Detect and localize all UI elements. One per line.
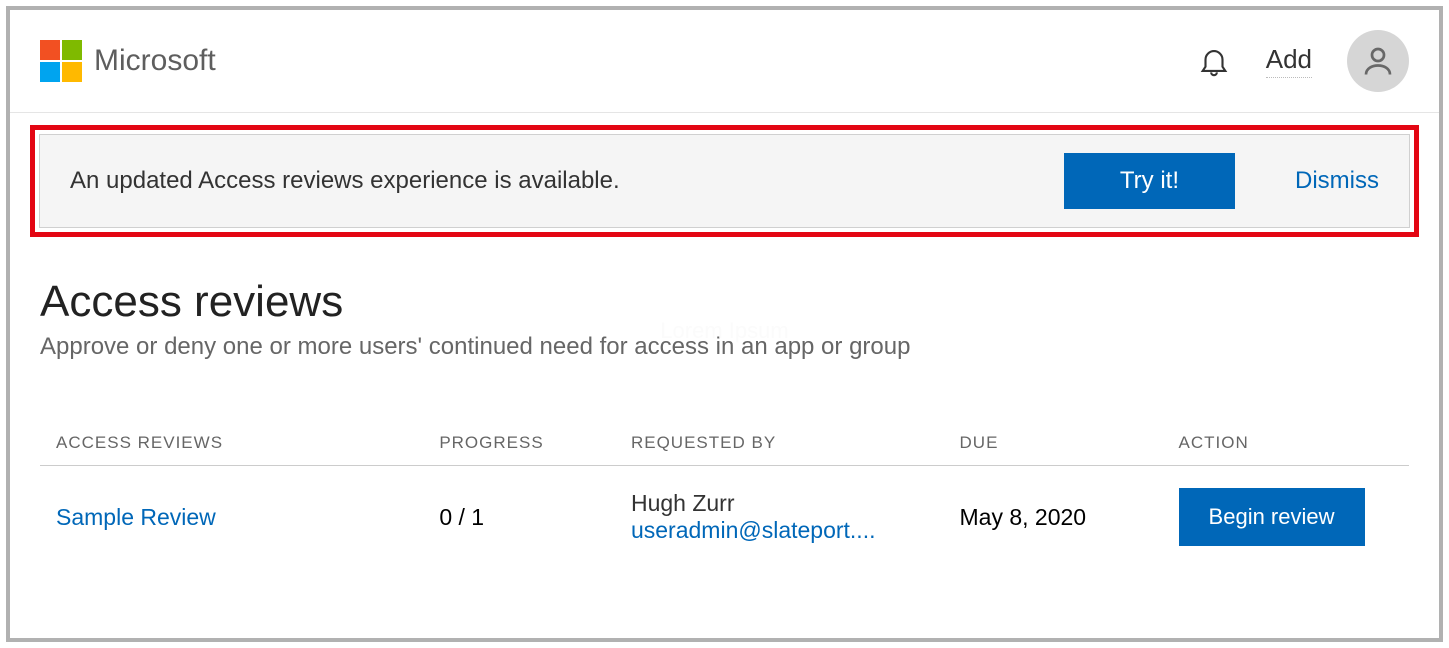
col-header-access-reviews: ACCESS REVIEWS: [40, 421, 423, 466]
update-banner: An updated Access reviews experience is …: [39, 134, 1410, 228]
table-header-row: ACCESS REVIEWS PROGRESS REQUESTED BY DUE…: [40, 421, 1409, 466]
person-icon: [1360, 43, 1396, 79]
page-subtitle: Approve or deny one or more users' conti…: [40, 333, 1409, 361]
microsoft-logo-icon: [40, 40, 82, 82]
user-avatar[interactable]: [1347, 30, 1409, 92]
brand-name: Microsoft: [94, 44, 216, 78]
add-link[interactable]: Add: [1266, 44, 1312, 78]
access-reviews-table: ACCESS REVIEWS PROGRESS REQUESTED BY DUE…: [40, 421, 1409, 568]
header: Microsoft Add: [10, 10, 1439, 113]
notification-bell-icon[interactable]: [1197, 44, 1231, 78]
app-frame: Microsoft Add An updated Access reviews …: [6, 6, 1443, 642]
try-it-button[interactable]: Try it!: [1064, 153, 1235, 209]
review-name-link[interactable]: Sample Review: [56, 504, 216, 530]
banner-message: An updated Access reviews experience is …: [70, 167, 620, 195]
page-title: Access reviews: [40, 277, 1409, 327]
col-header-progress: PROGRESS: [423, 421, 615, 466]
review-progress: 0 / 1: [423, 466, 615, 569]
brand-logo-group[interactable]: Microsoft: [40, 40, 216, 82]
header-actions: Add: [1197, 30, 1409, 92]
begin-review-button[interactable]: Begin review: [1179, 488, 1365, 546]
col-header-action: ACTION: [1163, 421, 1409, 466]
banner-actions: Try it! Dismiss: [1064, 153, 1379, 209]
requester-email[interactable]: useradmin@slateport....: [631, 517, 928, 544]
banner-highlight: An updated Access reviews experience is …: [30, 125, 1419, 237]
dismiss-button[interactable]: Dismiss: [1295, 167, 1379, 195]
review-due: May 8, 2020: [944, 466, 1163, 569]
table-row: Sample Review 0 / 1 Hugh Zurr useradmin@…: [40, 466, 1409, 569]
requester-name: Hugh Zurr: [631, 490, 928, 517]
col-header-requested-by: REQUESTED BY: [615, 421, 944, 466]
main-content: Lorem Ipsum Access reviews Approve or de…: [10, 237, 1439, 568]
col-header-due: DUE: [944, 421, 1163, 466]
